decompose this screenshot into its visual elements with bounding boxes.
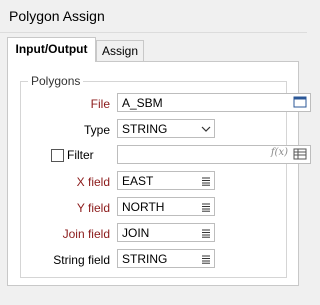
string-field-input[interactable]: STRING: [117, 249, 215, 268]
type-value: STRING: [122, 122, 168, 136]
table-icon[interactable]: [293, 147, 307, 163]
x-field-input[interactable]: EAST: [117, 171, 215, 190]
filter-label: Filter: [67, 148, 94, 162]
y-field-input[interactable]: NORTH: [117, 197, 215, 216]
polygons-group: Polygons File A_SBM Type STRING Filter f…: [20, 74, 311, 278]
browse-window-icon[interactable]: [293, 95, 307, 111]
polygons-group-title: Polygons: [28, 74, 84, 88]
function-icon[interactable]: f(x): [271, 147, 288, 158]
tab-panel: Polygons File A_SBM Type STRING Filter f…: [7, 61, 311, 286]
tab-input-output[interactable]: Input/Output: [7, 37, 96, 62]
footer-area: [0, 292, 307, 305]
file-input[interactable]: A_SBM: [117, 93, 311, 112]
title-bar: Polygon Assign: [0, 0, 307, 33]
file-value: A_SBM: [122, 96, 163, 110]
chevron-down-icon: [201, 123, 211, 137]
tab-assign[interactable]: Assign: [96, 40, 144, 61]
y-field-label: Y field: [76, 201, 110, 215]
string-field-value: STRING: [122, 252, 168, 266]
x-field-label: X field: [76, 175, 110, 189]
x-field-value: EAST: [122, 174, 154, 188]
join-field-label: Join field: [62, 227, 110, 241]
join-field-input[interactable]: JOIN: [117, 223, 215, 242]
list-icon[interactable]: [201, 227, 211, 241]
y-field-value: NORTH: [122, 200, 165, 214]
join-field-value: JOIN: [122, 226, 150, 240]
type-select[interactable]: STRING: [117, 119, 215, 138]
list-icon[interactable]: [201, 175, 211, 189]
type-label: Type: [83, 123, 110, 137]
list-icon[interactable]: [201, 201, 211, 215]
file-label: File: [90, 97, 110, 111]
list-icon[interactable]: [201, 253, 211, 267]
filter-checkbox[interactable]: [51, 149, 64, 162]
filter-input[interactable]: f(x): [117, 145, 311, 164]
window-title: Polygon Assign: [9, 8, 105, 24]
string-field-label: String field: [53, 253, 110, 267]
